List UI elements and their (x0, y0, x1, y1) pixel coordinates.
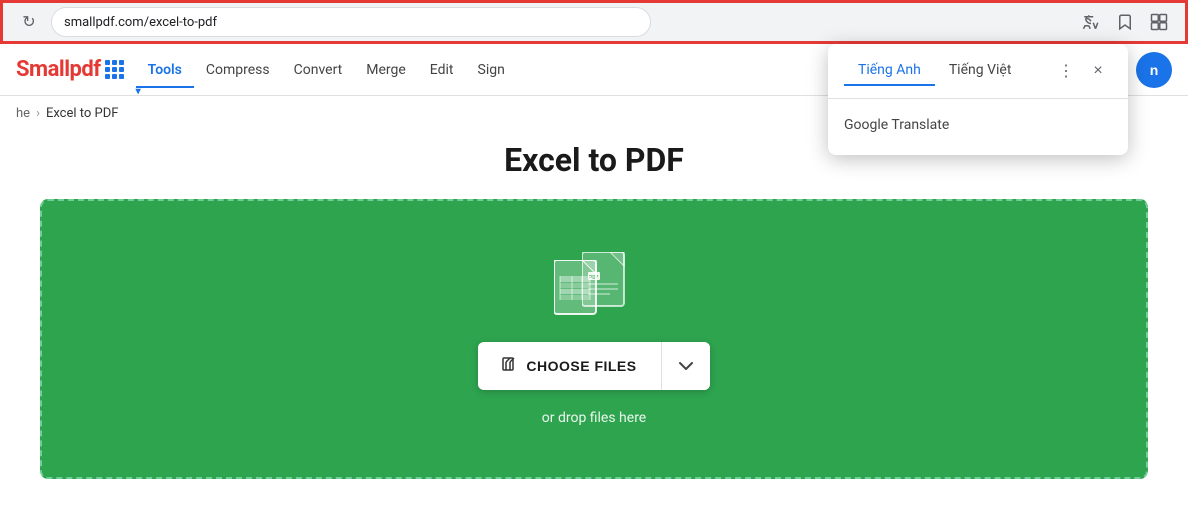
translate-close-button[interactable]: × (1084, 57, 1112, 85)
browser-chrome: ↻ smallpdf.com/excel-to-pdf (0, 0, 1188, 44)
nav-item-sign[interactable]: Sign (466, 54, 517, 86)
breadcrumb-home[interactable]: he (16, 106, 30, 121)
translate-header: Tiếng Anh Tiếng Việt ⋮ × (828, 44, 1128, 98)
translate-tab-vietnamese[interactable]: Tiếng Việt (935, 56, 1026, 86)
translate-more-button[interactable]: ⋮ (1052, 57, 1080, 85)
browser-controls: ↻ (15, 8, 43, 36)
bookmark-button[interactable] (1111, 8, 1139, 36)
breadcrumb-separator: › (36, 106, 40, 121)
nav-item-compress[interactable]: Compress (194, 54, 282, 86)
apps-grid-icon[interactable] (105, 60, 124, 79)
file-icon-container: PDF (554, 252, 634, 322)
url-text: smallpdf.com/excel-to-pdf (64, 15, 217, 30)
nav-item-edit[interactable]: Edit (418, 54, 466, 86)
nav-tools: Tools Compress Convert Merge Edit Sign (136, 54, 517, 86)
translate-google-option[interactable]: Google Translate (828, 107, 1128, 143)
logo: Smallpdf (16, 57, 101, 82)
choose-files-button[interactable]: CHOOSE FILES (478, 343, 660, 389)
nav-item-tools[interactable]: Tools (136, 54, 194, 86)
choose-files-dropdown-button[interactable] (662, 342, 710, 390)
drop-text: or drop files here (542, 410, 646, 426)
translate-tabs: Tiếng Anh Tiếng Việt (844, 56, 1044, 86)
nav-item-convert[interactable]: Convert (282, 54, 355, 86)
drop-zone[interactable]: PDF (40, 199, 1148, 479)
choose-files-container: CHOOSE FILES (478, 342, 709, 390)
excel-file-icon (554, 260, 604, 316)
browser-actions (1077, 8, 1173, 36)
translate-button[interactable] (1077, 8, 1105, 36)
nav-right: n (1136, 52, 1172, 88)
choose-files-label: CHOOSE FILES (526, 358, 636, 374)
upload-icon (502, 357, 518, 375)
nav-item-merge[interactable]: Merge (354, 54, 418, 86)
translate-popup: Tiếng Anh Tiếng Việt ⋮ × Google Translat… (828, 44, 1128, 155)
address-bar[interactable]: smallpdf.com/excel-to-pdf (51, 7, 651, 37)
reload-button[interactable]: ↻ (15, 8, 43, 36)
extensions-button[interactable] (1145, 8, 1173, 36)
translate-body: Google Translate (828, 98, 1128, 155)
main-content: Excel to PDF PDF (0, 131, 1188, 499)
login-button[interactable]: n (1136, 52, 1172, 88)
translate-tab-english[interactable]: Tiếng Anh (844, 56, 935, 86)
translate-actions: ⋮ × (1052, 57, 1112, 85)
chevron-down-icon (679, 361, 693, 371)
breadcrumb-current: Excel to PDF (46, 106, 118, 121)
